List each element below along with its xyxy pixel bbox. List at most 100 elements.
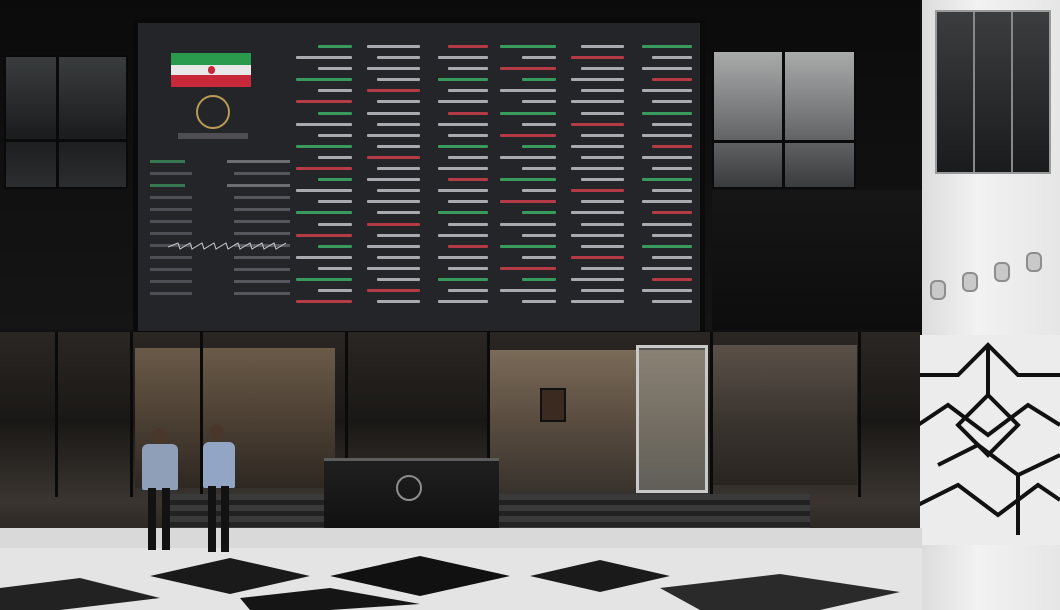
wall-lights — [930, 240, 1050, 300]
ticker-cell — [571, 211, 624, 215]
ticker-cell — [580, 67, 624, 71]
ticker-cell — [296, 211, 352, 215]
ticker-cell — [580, 111, 624, 115]
ticker-cell — [651, 78, 692, 82]
ticker-cell — [447, 155, 488, 159]
iran-flag — [171, 53, 251, 87]
ticker-cell — [367, 200, 420, 204]
ticker-cell — [367, 45, 420, 48]
ticker-cell — [521, 100, 556, 104]
ticker-cell — [447, 45, 488, 48]
ticker-cell — [571, 300, 624, 304]
ticker-cell — [500, 200, 556, 204]
ticker-cell — [500, 133, 556, 137]
ticker-cell — [317, 178, 352, 182]
ticker-column — [630, 45, 692, 315]
ticker-cell — [317, 45, 352, 48]
ticker-cell — [500, 45, 556, 48]
ticker-cell — [447, 200, 488, 204]
board-header — [148, 29, 693, 43]
ticker-cell — [438, 211, 488, 215]
ticker-cell — [376, 233, 420, 237]
ticker-cell — [500, 178, 556, 182]
ticker-cell — [580, 178, 624, 182]
ticker-cell — [571, 277, 624, 281]
ticker-cell — [571, 255, 624, 259]
ticker-cell — [571, 56, 624, 60]
ticker-cell — [296, 144, 352, 148]
ticker-cell — [651, 100, 692, 104]
ticker-cell — [438, 233, 488, 237]
ticker-cell — [580, 244, 624, 248]
ticker-cell — [376, 255, 420, 259]
wall-light — [930, 280, 946, 300]
ticker-cell — [642, 133, 692, 137]
ticker-cell — [651, 255, 692, 259]
ticker-cell — [642, 266, 692, 270]
ticker-cell — [521, 78, 556, 82]
stock-ticker-board — [133, 18, 705, 336]
ticker-column — [358, 45, 420, 315]
ticker-cell — [367, 289, 420, 293]
ticker-cell — [521, 144, 556, 148]
ticker-cell — [571, 122, 624, 126]
ticker-cell — [367, 133, 420, 137]
wall-light — [994, 262, 1010, 282]
ticker-cell — [447, 89, 488, 93]
ticker-cell — [317, 89, 352, 93]
ticker-cell — [580, 155, 624, 159]
ticker-cell — [500, 155, 556, 159]
ticker-cell — [317, 266, 352, 270]
ticker-cell — [651, 300, 692, 304]
ticker-cell — [521, 211, 556, 215]
ticker-cell — [376, 277, 420, 281]
ticker-cell — [651, 144, 692, 148]
ticker-cell — [376, 56, 420, 60]
ticker-cell — [651, 233, 692, 237]
ticker-cell — [500, 222, 556, 226]
ticker-cell — [438, 144, 488, 148]
ticker-cell — [438, 277, 488, 281]
ticker-cell — [571, 100, 624, 104]
ticker-cell — [438, 56, 488, 60]
ticker-cell — [651, 277, 692, 281]
ticker-cell — [580, 222, 624, 226]
ticker-cell — [580, 133, 624, 137]
ticker-cell — [296, 78, 352, 82]
ticker-cell — [651, 167, 692, 171]
ticker-cell — [296, 167, 352, 171]
ticker-cell — [651, 122, 692, 126]
ticker-cell — [438, 122, 488, 126]
person-left — [138, 426, 182, 554]
upper-left-window — [4, 55, 128, 189]
ticker-cell — [376, 122, 420, 126]
ticker-cell — [447, 133, 488, 137]
ticker-column — [562, 45, 624, 315]
ticker-cell — [500, 289, 556, 293]
ticker-cell — [317, 133, 352, 137]
ticker-cell — [367, 111, 420, 115]
ticker-cell — [521, 277, 556, 281]
ticker-cell — [438, 255, 488, 259]
ticker-cell — [367, 67, 420, 71]
ticker-cell — [367, 244, 420, 248]
ticker-cell — [296, 122, 352, 126]
ticker-cell — [376, 100, 420, 104]
ticker-cell — [521, 167, 556, 171]
ticker-cell — [642, 45, 692, 48]
ticker-cell — [571, 144, 624, 148]
ticker-cell — [447, 178, 488, 182]
ticker-cell — [642, 155, 692, 159]
ticker-cell — [447, 222, 488, 226]
ticker-cell — [296, 255, 352, 259]
index-summary-panel — [150, 151, 290, 321]
ticker-cell — [642, 200, 692, 204]
ticker-cell — [521, 189, 556, 193]
ticker-cell — [642, 111, 692, 115]
desk-logo — [396, 475, 422, 501]
ticker-cell — [521, 122, 556, 126]
ticker-cell — [438, 100, 488, 104]
ticker-columns — [290, 45, 692, 315]
ticker-cell — [317, 155, 352, 159]
ticker-cell — [651, 211, 692, 215]
